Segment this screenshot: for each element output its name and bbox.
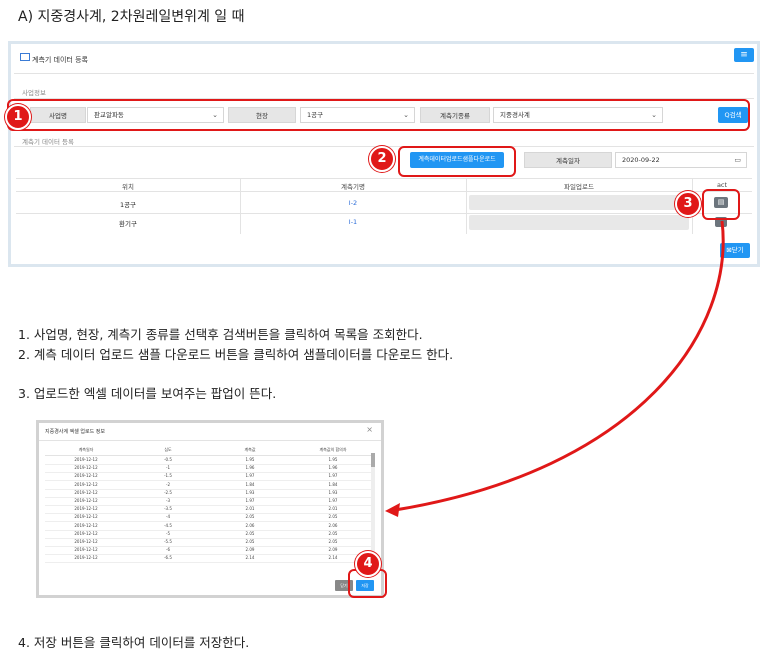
popup-col-depth: 심도 xyxy=(164,447,172,452)
popup-cell: 1.97 xyxy=(245,473,255,479)
instruction-step1: 1. 사업명, 현장, 계측기 종류를 선택후 검색버튼을 클릭하여 목록을 조… xyxy=(18,327,423,342)
popup-cell: -3.5 xyxy=(164,506,172,512)
popup-cell: 2.05 xyxy=(328,530,338,536)
popup-cell: 2.01 xyxy=(245,506,255,512)
popup-cell: 2.05 xyxy=(328,539,338,544)
popup-cell: 2019-12-12 xyxy=(74,522,98,528)
popup-cell: 2019-12-12 xyxy=(74,539,98,544)
popup-cell: 2.06 xyxy=(328,522,338,528)
popup-table-row: 2019-12-12 -3.5 2.01 2.01 xyxy=(45,506,375,515)
popup-table-row: 2019-12-12 -0.5 1.95 1.95 xyxy=(45,457,375,466)
popup-cell: 1.95 xyxy=(328,457,338,462)
popup-cell: 2019-12-12 xyxy=(74,547,98,553)
popup-cell: 2019-12-12 xyxy=(74,489,98,495)
popup-table-body: 2019-12-12 -0.5 1.95 1.95 2019-12-12 -1 1.96 1.… xyxy=(45,457,375,567)
popup-cell: 2.01 xyxy=(328,506,338,512)
popup-table-row: 2019-12-12 -3 1.97 1.97 xyxy=(45,498,375,507)
popup-cell: 2.05 xyxy=(245,514,255,520)
popup-col-value: 계측값 xyxy=(244,447,256,452)
popup-table-row: 2019-12-12 -6 2.09 2.09 xyxy=(45,547,375,556)
popup-cell: 2019-12-12 xyxy=(74,555,98,561)
popup-cell: -0.5 xyxy=(164,457,172,462)
popup-cell: -6.5 xyxy=(164,555,172,561)
popup-cell: 2.05 xyxy=(245,539,255,544)
popup-title: 지중경사계 엑셀 업로드 정보 xyxy=(45,429,105,435)
popup-cell: -4.5 xyxy=(164,522,172,528)
instruction-step4: 4. 저장 버튼을 클릭하여 데이터를 저장한다. xyxy=(18,635,250,650)
popup-cell: 1.96 xyxy=(245,465,255,471)
popup-cell: 2019-12-12 xyxy=(74,473,98,479)
popup-cell: -6 xyxy=(166,547,170,553)
popup-table-header: 계측일자 심도 계측값 계측값의 합의차 xyxy=(45,447,375,454)
popup-cell: 2019-12-12 xyxy=(74,514,98,520)
popup-cell: -1 xyxy=(166,465,170,471)
excel-upload-popup: 지중경사계 엑셀 업로드 정보 × 계측일자 심도 계측값 계측값의 합의차 2… xyxy=(36,420,384,598)
popup-cell: 1.93 xyxy=(328,489,338,495)
popup-cell: 2019-12-12 xyxy=(74,481,98,487)
popup-cell: -2 xyxy=(166,481,170,487)
popup-cell: -5 xyxy=(166,530,170,536)
popup-table-row: 2019-12-12 -1 1.96 1.96 xyxy=(45,465,375,474)
popup-cell: 1.97 xyxy=(245,498,255,503)
popup-cell: -3 xyxy=(166,498,170,503)
popup-cell: 1.84 xyxy=(245,481,255,487)
popup-cell: 1.84 xyxy=(328,481,338,487)
popup-cell: 2.05 xyxy=(245,530,255,536)
popup-col-date: 계측일자 xyxy=(78,447,94,452)
popup-cell: 2.14 xyxy=(245,555,255,561)
popup-cell: 1.97 xyxy=(328,498,338,503)
popup-table-row: 2019-12-12 -2.5 1.93 1.93 xyxy=(45,490,375,498)
popup-cell: 1.95 xyxy=(245,457,255,462)
popup-cell: 1.96 xyxy=(328,465,338,471)
popup-cell: 2.05 xyxy=(328,514,338,520)
popup-table-row: 2019-12-12 -5.5 2.05 2.05 xyxy=(45,539,375,548)
popup-table-row: 2019-12-12 -4.5 2.06 2.06 xyxy=(45,523,375,531)
popup-table-row: 2019-12-12 -5 2.05 2.05 xyxy=(45,531,375,539)
popup-cell: 1.93 xyxy=(245,489,255,495)
popup-cell: 2.06 xyxy=(245,522,255,528)
annotation-badge-4: 4 xyxy=(355,551,381,577)
popup-cell: 1.97 xyxy=(328,473,338,479)
popup-close-icon[interactable]: × xyxy=(366,425,373,434)
popup-cell: 2019-12-12 xyxy=(74,465,98,471)
popup-cell: 2019-12-12 xyxy=(74,530,98,536)
popup-cell: 2.09 xyxy=(245,547,255,553)
popup-cell: -4 xyxy=(166,514,170,520)
popup-col-sum: 계측값의 합의차 xyxy=(319,447,347,452)
popup-table-row: 2019-12-12 -1.5 1.97 1.97 xyxy=(45,473,375,482)
popup-cell: 2019-12-12 xyxy=(74,498,98,503)
popup-table-row: 2019-12-12 -4 2.05 2.05 xyxy=(45,514,375,523)
instruction-step3: 3. 업로드한 엑셀 데이터를 보여주는 팝업이 뜬다. xyxy=(18,386,277,401)
popup-cell: 2019-12-12 xyxy=(74,506,98,512)
popup-cell: -5.5 xyxy=(164,539,172,544)
popup-scrollbar[interactable] xyxy=(371,453,375,563)
popup-cell: -1.5 xyxy=(164,473,172,479)
popup-table-row: 2019-12-12 -6.5 2.14 2.14 xyxy=(45,555,375,564)
popup-table-row: 2019-12-12 -2 1.84 1.84 xyxy=(45,482,375,490)
popup-cell: -2.5 xyxy=(164,489,172,495)
popup-cell: 2019-12-12 xyxy=(74,457,98,462)
instruction-step2: 2. 계측 데이터 업로드 샘플 다운로드 버튼을 클릭하여 샘플데이터를 다운… xyxy=(18,347,454,362)
